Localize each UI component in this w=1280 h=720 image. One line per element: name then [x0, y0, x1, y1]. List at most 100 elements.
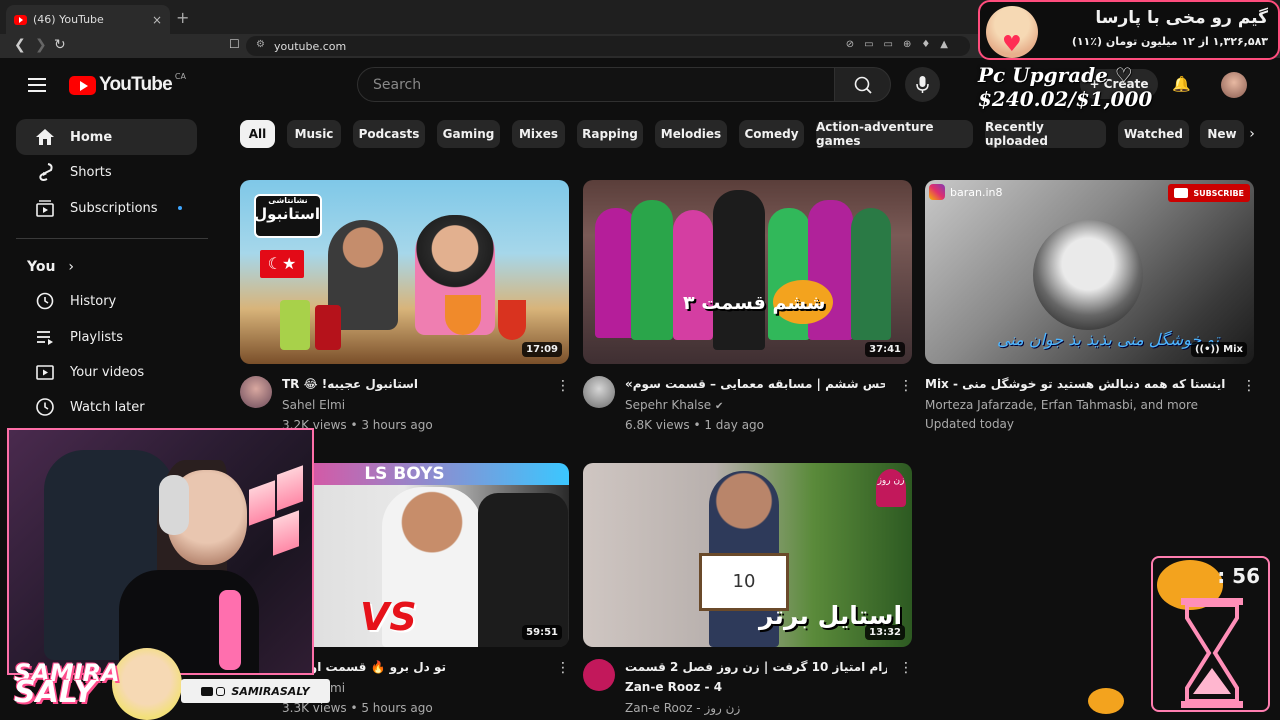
video-thumbnail[interactable]: نشانتاشی استانبول ☾★ 17:09 — [240, 180, 569, 364]
youtube-favicon-icon — [14, 14, 27, 25]
chip-melodies[interactable]: Melodies — [655, 120, 727, 148]
chip-all[interactable]: All — [240, 120, 275, 148]
video-views-age: 6.8K views • 1 day ago — [625, 418, 765, 432]
chip-mixes[interactable]: Mixes — [512, 120, 565, 148]
sidebar-you-header[interactable]: You › — [27, 259, 74, 275]
sidebar-item-watch-later[interactable]: Watch later — [16, 389, 197, 425]
url-bar[interactable]: ⚙ youtube.com ⊘▭▭⊕♦▲ — [246, 36, 970, 56]
more-actions-icon[interactable]: ⋮ — [556, 660, 570, 676]
thumb-drink — [445, 295, 481, 335]
search-button[interactable] — [834, 67, 891, 102]
omnibox-action-icons[interactable]: ⊘▭▭⊕♦▲ — [846, 39, 958, 50]
thumb-caption: تو خوشگل منی بذیذ بذ جوان منی — [997, 330, 1220, 349]
voice-search-button[interactable] — [905, 67, 940, 102]
shorts-icon — [16, 162, 70, 182]
video-thumbnail[interactable]: baran.in8 SUBSCRIBE تو خوشگل منی بذیذ بذ… — [925, 180, 1254, 364]
tab-close-icon[interactable]: × — [152, 13, 162, 27]
chip-comedy[interactable]: Comedy — [739, 120, 804, 148]
sidebar-item-home[interactable]: Home — [16, 119, 197, 155]
country-code: CA — [174, 71, 186, 81]
webcam-overlay — [7, 428, 314, 675]
thumb-people-group — [478, 493, 568, 647]
reload-icon[interactable]: ↻ — [54, 37, 66, 53]
video-title-line2[interactable]: Zan-e Rooz - 4 — [625, 680, 885, 694]
hourglass-icon — [1181, 598, 1243, 708]
hex-light — [277, 465, 303, 511]
goal-text: Pc Upgrade ♡ $240.02/$1,000 — [978, 63, 1153, 111]
video-thumbnail[interactable]: 10 زن روز استایل برتر 13:32 — [583, 463, 912, 647]
bookmark-icon[interactable]: ☐ — [229, 37, 240, 51]
headphones-icon — [159, 475, 189, 535]
turkey-flag-icon: ☾★ — [260, 250, 304, 278]
chip-watched[interactable]: Watched — [1118, 120, 1189, 148]
browser-tab[interactable]: (46) YouTube × — [6, 5, 170, 34]
channel-avatar[interactable] — [240, 376, 272, 408]
site-info-icon[interactable]: ⚙ — [256, 39, 265, 50]
donation-goal-widget: ♥ گیم رو مخی با پارسا ۱,۳۲۶,۵۸۳ از ۱۲ می… — [978, 0, 1280, 60]
thumb-drink — [315, 305, 341, 350]
timer-value: : 56 — [1217, 564, 1260, 588]
more-actions-icon[interactable]: ⋮ — [556, 378, 570, 394]
more-actions-icon[interactable]: ⋮ — [1242, 378, 1256, 394]
chip-podcasts[interactable]: Podcasts — [353, 120, 425, 148]
sidebar-item-label: Subscriptions — [70, 200, 158, 216]
history-icon — [16, 291, 70, 311]
sidebar-item-your-videos[interactable]: Your videos — [16, 354, 197, 390]
new-tab-button[interactable]: + — [176, 8, 189, 27]
channel-avatar[interactable] — [583, 659, 615, 691]
more-actions-icon[interactable]: ⋮ — [899, 660, 913, 676]
back-icon[interactable]: ❮ — [14, 37, 26, 53]
verified-badge-icon: ✔ — [714, 401, 724, 412]
youtube-play-icon — [1174, 188, 1189, 198]
thumb-caption-box: نشانتاشی استانبول — [254, 194, 322, 238]
thumb-caption: ششم قسمت ۳ — [683, 292, 826, 314]
thumb-caption: VS — [360, 595, 417, 639]
forward-icon[interactable]: ❯ — [35, 37, 47, 53]
thumb-person — [673, 210, 713, 340]
subscriptions-icon — [16, 198, 70, 218]
chip-new[interactable]: New — [1200, 120, 1244, 148]
channel-name[interactable]: Sepehr Khalse ✔ — [625, 395, 723, 417]
thumb-handle-text: baran.in8 — [950, 185, 1003, 199]
chip-gaming[interactable]: Gaming — [437, 120, 500, 148]
chip-rapping[interactable]: Rapping — [577, 120, 643, 148]
chips-next-chevron-icon[interactable]: › — [1240, 122, 1264, 146]
sidebar-item-history[interactable]: History — [16, 283, 197, 319]
youtube-logo[interactable]: YouTube CA — [69, 71, 186, 96]
chip-music[interactable]: Music — [287, 120, 341, 148]
mix-updated: Updated today — [925, 417, 1015, 431]
search-input[interactable]: Search — [357, 67, 835, 102]
mix-radio-icon: ((•)) — [1194, 344, 1220, 355]
video-duration: 59:51 — [522, 625, 562, 640]
timer-widget: : 56 — [1151, 556, 1270, 712]
chip-action-adventure-games[interactable]: Action-adventure games — [816, 120, 973, 148]
logo-text: YouTube — [99, 74, 173, 95]
sidebar-item-label: History — [70, 293, 117, 309]
donation-progress: ۱,۳۲۶,۵۸۳ از ۱۲ میلیون تومان (٪۱۱) — [1071, 35, 1268, 48]
streamer-sticker-avatar — [112, 648, 182, 720]
channel-name[interactable]: Sahel Elmi — [282, 395, 345, 415]
chip-recently-uploaded[interactable]: Recently uploaded — [985, 120, 1106, 148]
chevron-right-icon: › — [68, 259, 74, 275]
channel-name[interactable]: Morteza Jafarzade, Erfan Tahmasbi, and m… — [925, 395, 1198, 415]
video-title[interactable]: «حس ششم | مسابقه معمایی – قسمت سوم» — [625, 377, 885, 391]
channel-avatar[interactable] — [583, 376, 615, 408]
microphone — [219, 590, 241, 670]
video-thumbnail[interactable]: ششم قسمت ۳ 37:41 — [583, 180, 912, 364]
video-title[interactable]: Mix - آهنگ ترند اینستا که همه دنبالش هست… — [925, 377, 1225, 391]
streamer-handle-text: SAMIRASALY — [231, 684, 310, 698]
video-title[interactable]: TR 😂 !استانبول عجیبه — [282, 377, 542, 391]
sidebar-item-shorts[interactable]: Shorts — [16, 154, 197, 190]
sidebar-item-subscriptions[interactable]: Subscriptions — [16, 190, 197, 226]
more-actions-icon[interactable]: ⋮ — [899, 378, 913, 394]
channel-name[interactable]: Zan-e Rooz - زن روز — [625, 698, 740, 718]
menu-icon[interactable] — [28, 78, 46, 96]
video-title[interactable]: شمیم از پدرام امتیاز 10 گرفت | زن روز فص… — [625, 660, 887, 674]
playlists-icon — [16, 327, 70, 347]
sidebar-item-label: Shorts — [70, 164, 112, 180]
thumb-drink — [498, 300, 526, 340]
donation-title: گیم رو مخی با پارسا — [1095, 8, 1268, 28]
hex-light — [249, 480, 275, 526]
sidebar-item-playlists[interactable]: Playlists — [16, 319, 197, 355]
youtube-play-icon — [69, 75, 96, 95]
